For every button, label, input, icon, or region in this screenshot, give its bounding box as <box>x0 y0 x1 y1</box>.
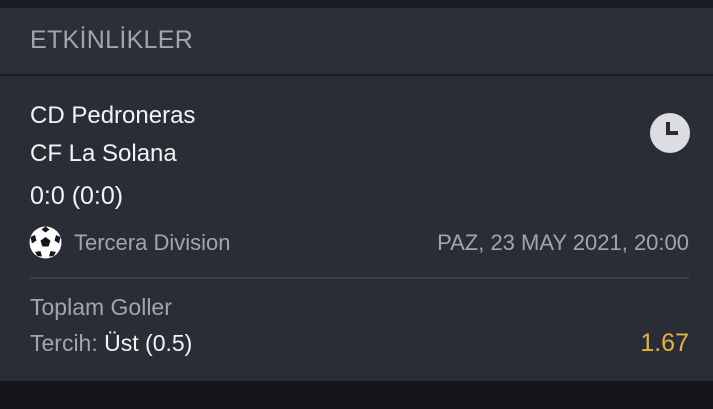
bottom-area <box>0 381 713 409</box>
market-name: Toplam Goller <box>30 294 172 320</box>
selection-label: Tercih: <box>30 330 98 356</box>
bet-slip-page: ETKİNLİKLER CD Pedroneras CF La Solana 0… <box>0 0 713 409</box>
selection-row: Tercih: Üst (0.5) <box>30 330 192 357</box>
match-score: 0:0 (0:0) <box>30 182 124 210</box>
away-team: CF La Solana <box>30 140 177 167</box>
league-name: Tercera Division <box>74 230 231 255</box>
odds-value: 1.67 <box>640 329 689 357</box>
section-header: ETKİNLİKLER <box>0 8 713 74</box>
top-strip <box>0 0 713 8</box>
soccer-ball-icon <box>29 226 62 259</box>
home-team: CD Pedroneras <box>30 102 196 129</box>
selection-value: Üst (0.5) <box>104 330 193 356</box>
clock-icon <box>650 113 690 153</box>
card-divider <box>30 277 689 279</box>
event-datetime: PAZ, 23 MAY 2021, 20:00 <box>437 230 689 255</box>
section-title: ETKİNLİKLER <box>30 26 194 54</box>
event-card[interactable]: CD Pedroneras CF La Solana 0:0 (0:0) Ter… <box>0 76 713 381</box>
